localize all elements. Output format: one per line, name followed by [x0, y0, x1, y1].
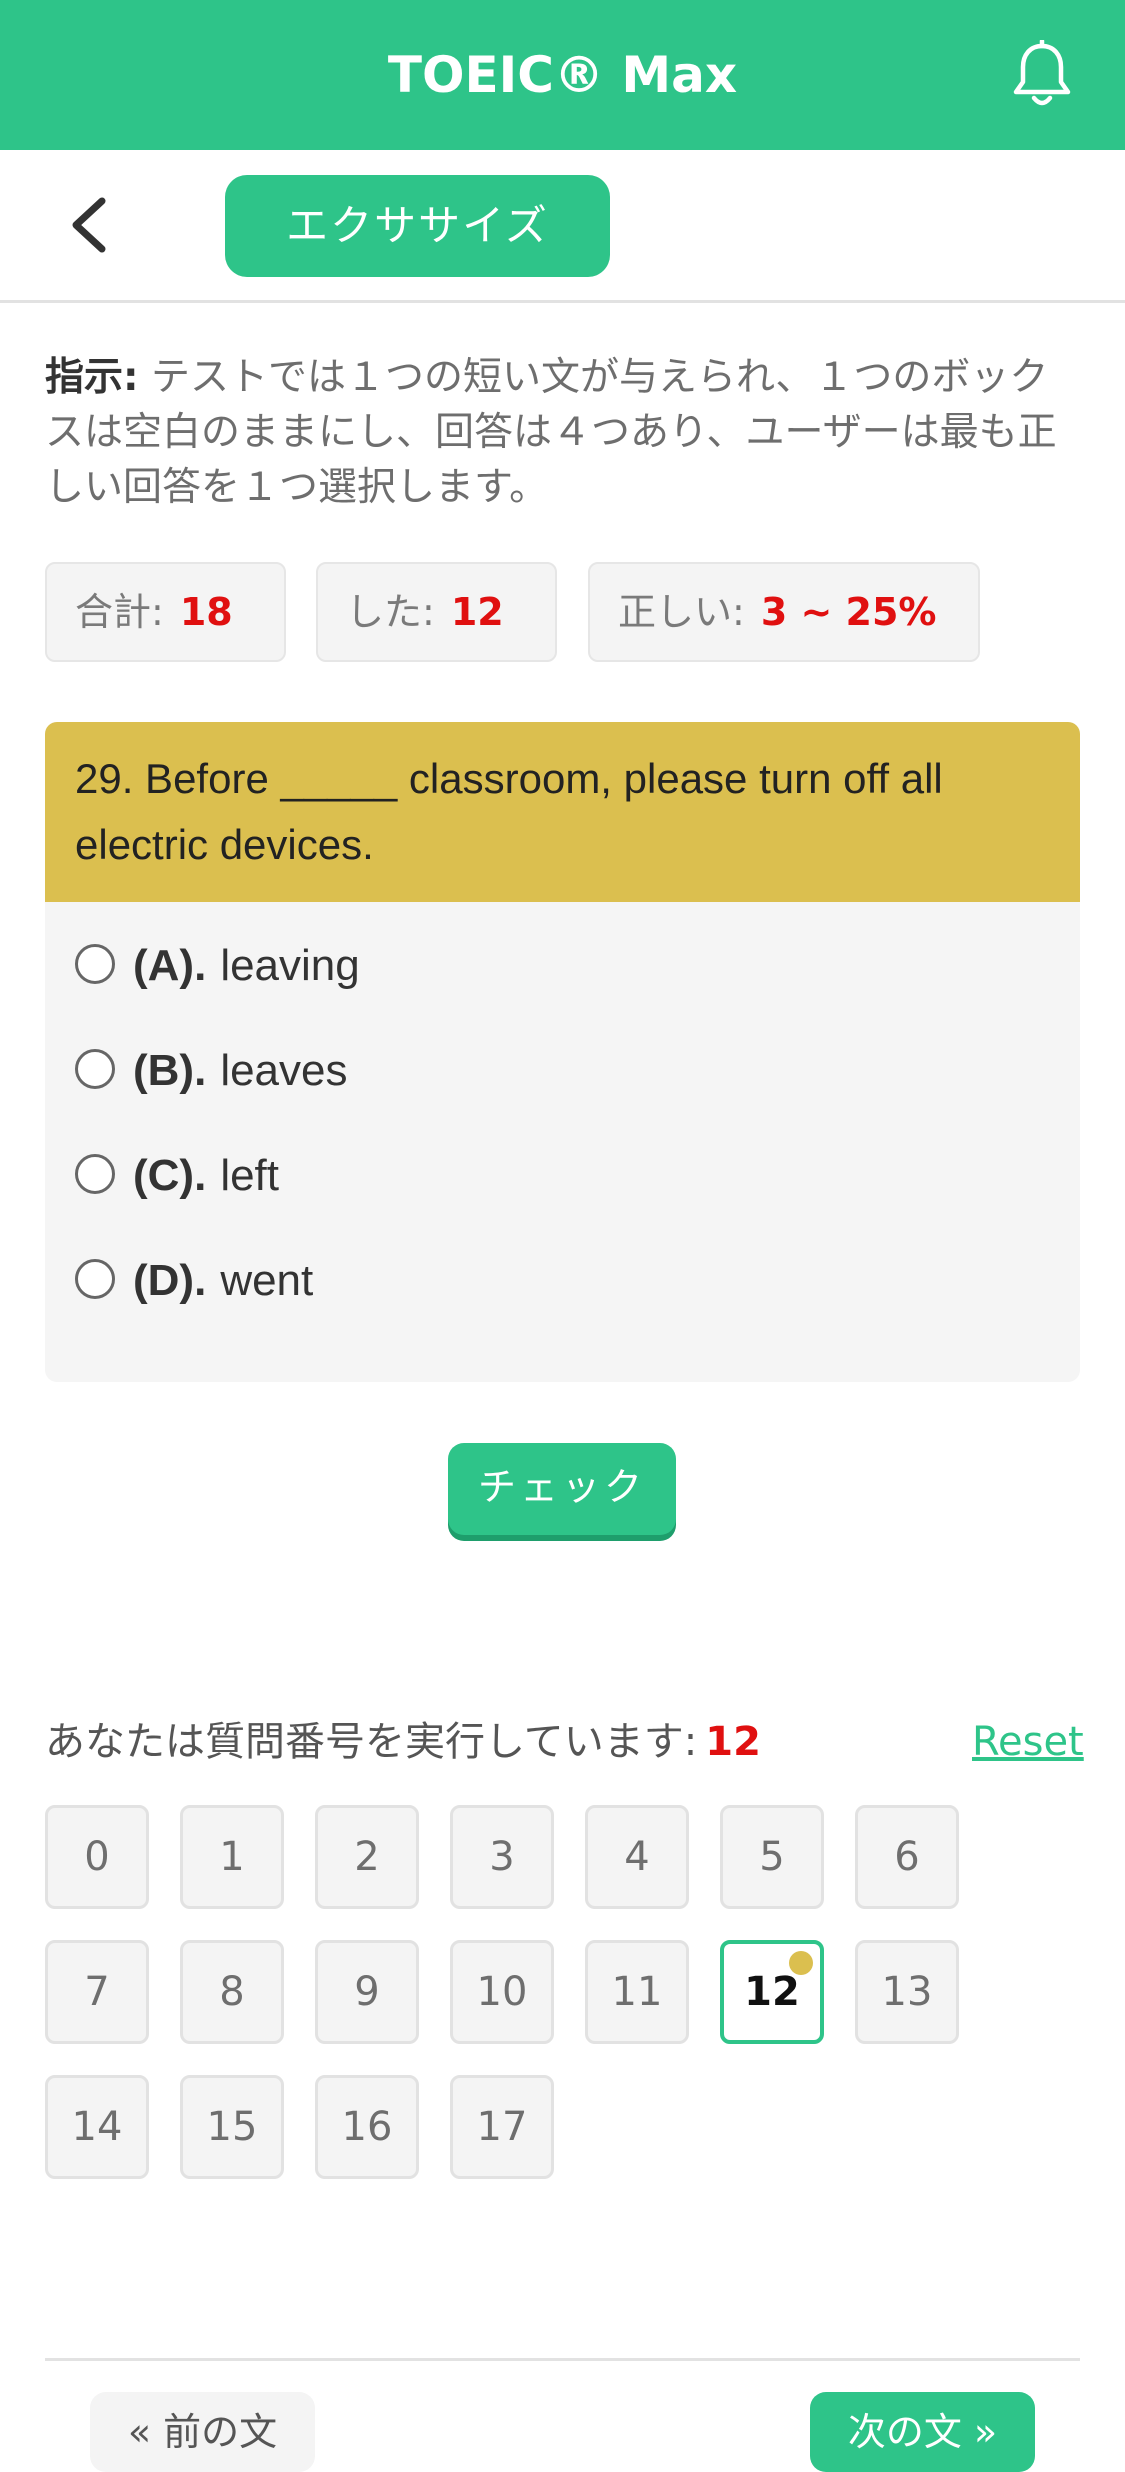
reset-link[interactable]: Reset [972, 1712, 1084, 1772]
question-number-button[interactable]: 6 [855, 1805, 959, 1909]
app-header: TOEIC® Max [0, 0, 1125, 150]
question-number-button[interactable]: 9 [315, 1940, 419, 2044]
option-letter: (A). [133, 941, 207, 990]
question-number-label: 12 [744, 1969, 800, 2015]
question-number-button[interactable]: 0 [45, 1805, 149, 1909]
radio-button[interactable] [75, 1049, 115, 1090]
stat-total-label: 合計: [75, 590, 164, 634]
question-number-button[interactable]: 10 [450, 1940, 554, 2044]
question-number-button[interactable]: 5 [720, 1805, 824, 1909]
bell-icon[interactable] [1010, 40, 1074, 112]
option-c[interactable]: (C). left [75, 1146, 975, 1206]
radio-button[interactable] [75, 944, 115, 985]
option-d[interactable]: (D). went [75, 1251, 975, 1311]
option-text: leaves [220, 1046, 348, 1095]
stat-done: した: 12 [316, 562, 557, 662]
stat-total: 合計: 18 [45, 562, 286, 662]
option-text: left [220, 1151, 280, 1200]
radio-button[interactable] [75, 1154, 115, 1195]
stat-done-value: 12 [450, 590, 504, 634]
question-number-button[interactable]: 11 [585, 1940, 689, 2044]
question-number-button[interactable]: 3 [450, 1805, 554, 1909]
question-card: 29. Before _____ classroom, please turn … [45, 722, 1080, 1382]
instructions-text: テストでは１つの短い文が与えられ、１つのボックスは空白のままにし、回答は４つあり… [45, 355, 1057, 510]
question-number-button[interactable]: 8 [180, 1940, 284, 2044]
stat-correct-value: 3 ~ 25% [760, 590, 937, 634]
option-a[interactable]: (A). leaving [75, 936, 975, 996]
question-number-button[interactable]: 1 [180, 1805, 284, 1909]
instructions: 指示: テストでは１つの短い文が与えられ、１つのボックスは空白のままにし、回答は… [45, 350, 1075, 515]
option-b[interactable]: (B). leaves [75, 1041, 975, 1101]
question-number-button[interactable]: 14 [45, 2075, 149, 2179]
option-letter: (C). [133, 1151, 207, 1200]
option-letter: (D). [133, 1256, 207, 1305]
chevron-left-icon[interactable] [62, 195, 118, 255]
stat-total-value: 18 [179, 590, 233, 634]
question-text: 29. Before _____ classroom, please turn … [45, 722, 1080, 902]
question-number-button-current[interactable]: 12 [720, 1940, 824, 2044]
stat-done-label: した: [346, 590, 435, 634]
option-letter: (B). [133, 1046, 207, 1095]
option-text: went [220, 1256, 314, 1305]
question-number-button[interactable]: 4 [585, 1805, 689, 1909]
stat-correct: 正しい: 3 ~ 25% [588, 562, 980, 662]
app-title: TOEIC® Max [387, 46, 738, 104]
stat-correct-label: 正しい: [618, 590, 745, 634]
next-sentence-button[interactable]: 次の文 » [810, 2392, 1035, 2472]
current-question-number: 12 [705, 1719, 761, 1765]
progress-text: あなたは質問番号を実行しています: [45, 1719, 698, 1765]
divider [45, 2358, 1080, 2361]
question-number-button[interactable]: 13 [855, 1940, 959, 2044]
previous-sentence-button[interactable]: « 前の文 [90, 2392, 315, 2472]
question-number-button[interactable]: 15 [180, 2075, 284, 2179]
instructions-label: 指示: [45, 355, 139, 400]
current-indicator-dot [789, 1951, 813, 1975]
progress-label: あなたは質問番号を実行しています: 12 [45, 1712, 761, 1772]
sub-toolbar: エクササイズ [0, 150, 1125, 303]
radio-button[interactable] [75, 1259, 115, 1300]
question-number-button[interactable]: 16 [315, 2075, 419, 2179]
question-number-button[interactable]: 2 [315, 1805, 419, 1909]
question-number-button[interactable]: 7 [45, 1940, 149, 2044]
tab-exercise[interactable]: エクササイズ [225, 175, 610, 277]
question-number-button[interactable]: 17 [450, 2075, 554, 2179]
option-text: leaving [220, 941, 360, 990]
check-button[interactable]: チェック [448, 1443, 676, 1535]
